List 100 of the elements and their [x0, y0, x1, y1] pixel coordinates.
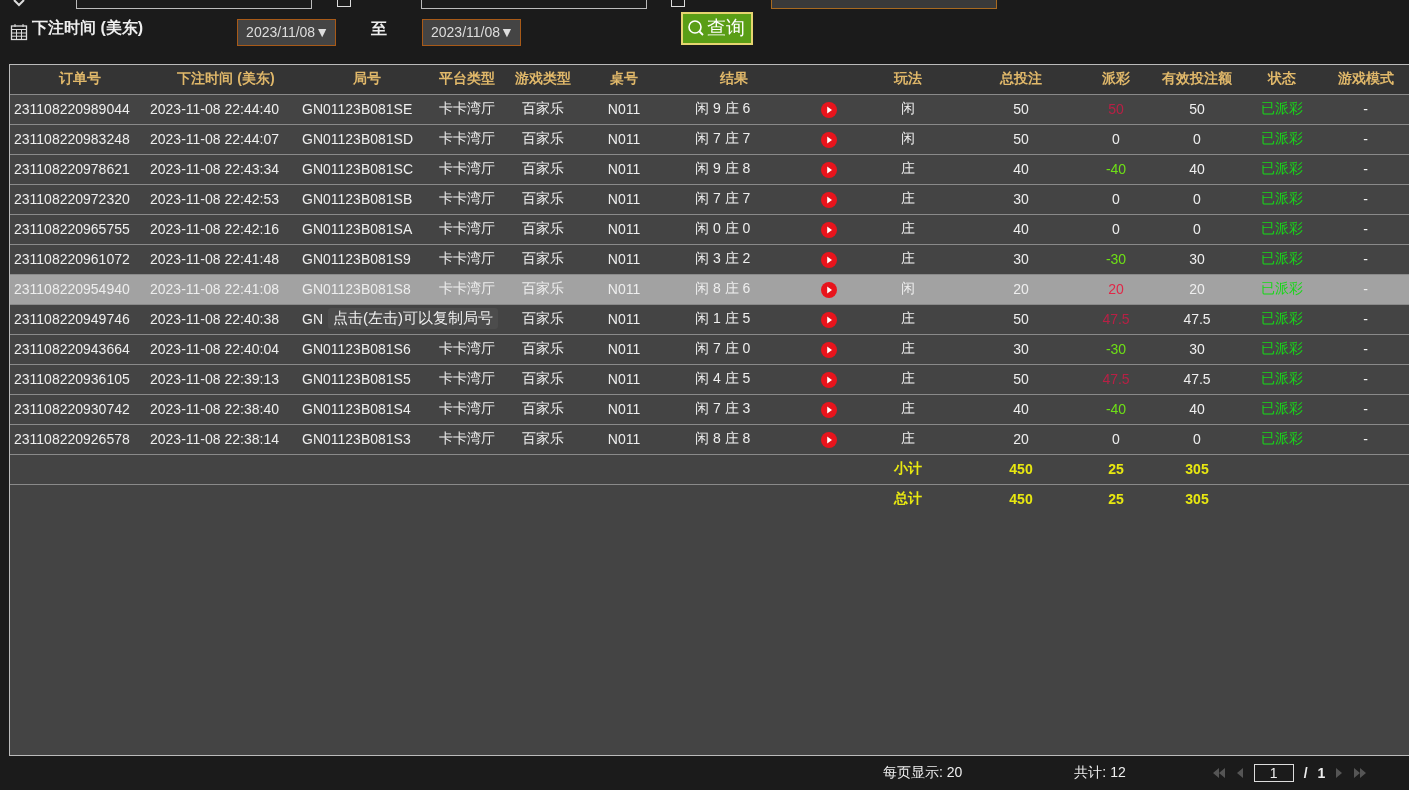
table-cell: 闲	[900, 100, 915, 116]
table-cell: N011	[607, 311, 641, 327]
chevron-icon[interactable]	[12, 0, 26, 8]
play-icon[interactable]	[821, 132, 837, 149]
table-cell[interactable]: GN01123B081SD	[302, 131, 414, 147]
page-input[interactable]: 1	[1253, 764, 1294, 782]
table-cell: 卡卡湾厅	[439, 250, 495, 266]
play-icon[interactable]	[821, 282, 837, 299]
table-cell: N011	[607, 281, 641, 297]
table-row[interactable]: 231108220989044 2023-11-08 22:44:40 GN01123B081SE 卡卡湾厅 百家乐 N011 闲 9 庄 6 闲 50 50 50 已派彩 -	[10, 94, 1409, 124]
play-icon[interactable]	[821, 102, 837, 119]
table-row[interactable]: 231108220930742 2023-11-08 22:38:40 GN01123B081S4 卡卡湾厅 百家乐 N011 闲 7 庄 3 庄 40 -40 40 已派彩 -	[10, 394, 1409, 424]
table-cell: 闲 8 庄 6	[695, 280, 751, 296]
table-cell: N011	[607, 251, 641, 267]
table-cell: 2023-11-08 22:41:08	[150, 281, 279, 297]
table-cell: 50	[1108, 101, 1124, 117]
tooltip: 点击(左击)可以复制局号	[328, 307, 498, 329]
table-cell: 2023-11-08 22:42:16	[150, 221, 279, 237]
table-cell: 百家乐	[522, 100, 564, 116]
table-cell: 50	[1189, 101, 1205, 117]
play-icon[interactable]	[821, 312, 837, 329]
table-cell: 百家乐	[522, 370, 564, 386]
start-date-picker[interactable]: 2023/11/08▼	[237, 18, 336, 46]
table-cell: 450	[1009, 491, 1033, 508]
table-cell: 已派彩	[1261, 100, 1303, 116]
table-cell: 40	[1013, 401, 1029, 417]
table-cell: -	[1363, 251, 1368, 267]
table-cell: 50	[1013, 101, 1029, 117]
table-cell: 卡卡湾厅	[439, 280, 495, 296]
table-cell[interactable]: GN01123B081S6	[302, 341, 411, 357]
table-cell[interactable]: GN01123B081S4	[302, 401, 411, 417]
input-field[interactable]	[76, 0, 312, 9]
play-icon[interactable]	[821, 222, 837, 239]
table-cell: -	[1363, 221, 1368, 237]
table-cell: 2023-11-08 22:40:04	[150, 341, 279, 357]
table-cell: 已派彩	[1261, 280, 1303, 296]
table-cell: 50	[1013, 311, 1029, 327]
table-cell: 卡卡湾厅	[439, 130, 495, 146]
play-icon[interactable]	[821, 402, 837, 419]
table-cell: 百家乐	[522, 400, 564, 416]
table-row[interactable]: 231108220983248 2023-11-08 22:44:07 GN01123B081SD 卡卡湾厅 百家乐 N011 闲 7 庄 7 闲 50 0 0 已派彩 -	[10, 124, 1409, 154]
play-icon[interactable]	[821, 162, 837, 179]
end-date-picker[interactable]: 2023/11/08▼	[422, 18, 521, 46]
table-row[interactable]: 231108220965755 2023-11-08 22:42:16 GN01123B081SA 卡卡湾厅 百家乐 N011 闲 0 庄 0 庄 40 0 0 已派彩 -	[10, 214, 1409, 244]
table-cell: 0	[1193, 431, 1201, 447]
table-row[interactable]: 231108220972320 2023-11-08 22:42:53 GN01123B081SB 卡卡湾厅 百家乐 N011 闲 7 庄 7 庄 30 0 0 已派彩 -	[10, 184, 1409, 214]
table-cell: 百家乐	[522, 340, 564, 356]
table-row[interactable]: 231108220978621 2023-11-08 22:43:34 GN01123B081SC 卡卡湾厅 百家乐 N011 闲 9 庄 8 庄 40 -40 40 已派彩 -	[10, 154, 1409, 184]
table-cell: 庄	[900, 160, 915, 176]
table-cell[interactable]: GN01123B081SE	[302, 101, 413, 117]
table-cell: 50	[1013, 131, 1029, 147]
table-cell: 47.5	[1102, 371, 1130, 387]
table-row[interactable]: 231108220926578 2023-11-08 22:38:14 GN01123B081S3 卡卡湾厅 百家乐 N011 闲 8 庄 8 庄 20 0 0 已派彩 -	[10, 424, 1409, 454]
table-cell: 百家乐	[522, 220, 564, 236]
play-icon[interactable]	[821, 342, 837, 359]
table-cell: 闲 9 庄 8	[695, 160, 751, 176]
table-cell: 卡卡湾厅	[439, 430, 495, 446]
table-cell: 0	[1112, 131, 1120, 147]
table-cell: 0	[1112, 431, 1120, 447]
table-cell: 2023-11-08 22:43:34	[150, 161, 279, 177]
play-icon[interactable]	[821, 372, 837, 389]
input-field[interactable]	[421, 0, 647, 9]
table-cell: 闲 9 庄 6	[695, 100, 751, 116]
table-row[interactable]: 231108220943664 2023-11-08 22:40:04 GN01123B081S6 卡卡湾厅 百家乐 N011 闲 7 庄 0 庄 30 -30 30 已派彩 -	[10, 334, 1409, 364]
table-cell: 百家乐	[522, 190, 564, 206]
table-cell: 0	[1193, 191, 1201, 207]
table-cell: 卡卡湾厅	[439, 400, 495, 416]
table-cell: -	[1363, 281, 1368, 297]
table-cell: 40	[1189, 401, 1205, 417]
table-row[interactable]: 231108220949746 2023-11-08 22:40:38 GN 点击(左击)可以复制局号 百家乐 N011 闲 1 庄 5 庄 50 47.5 47.5 已派彩 -	[10, 304, 1409, 334]
play-icon[interactable]	[821, 252, 837, 269]
column-header: 玩法	[893, 70, 922, 87]
table-cell[interactable]: GN	[302, 311, 323, 327]
table-cell: 231108220961072	[14, 251, 130, 267]
table-cell[interactable]: GN01123B081SC	[302, 161, 414, 177]
table-cell[interactable]: GN01123B081S9	[302, 251, 411, 267]
table-cell[interactable]: GN01123B081S5	[302, 371, 411, 387]
table-row[interactable]: 231108220936105 2023-11-08 22:39:13 GN01123B081S5 卡卡湾厅 百家乐 N011 闲 4 庄 5 庄 50 47.5 47.5 已派彩 -	[10, 364, 1409, 394]
table-cell: -	[1363, 161, 1368, 177]
table-cell: 百家乐	[522, 130, 564, 146]
play-icon[interactable]	[821, 432, 837, 449]
table-cell[interactable]: GN01123B081SB	[302, 191, 413, 207]
table-cell: 0	[1112, 221, 1120, 237]
dropdown-field[interactable]	[771, 0, 997, 9]
table-cell: 卡卡湾厅	[439, 220, 495, 236]
page-size-label: 每页显示: 20	[883, 764, 963, 782]
table-cell[interactable]: GN01123B081SA	[302, 221, 413, 237]
table-cell: -40	[1105, 161, 1127, 177]
play-icon[interactable]	[821, 192, 837, 209]
table-cell: -	[1363, 371, 1368, 387]
table-cell: 2023-11-08 22:44:40	[150, 101, 279, 117]
total-label: 小计	[893, 460, 922, 476]
table-cell: 231108220965755	[14, 221, 130, 237]
table-cell: 闲 7 庄 3	[695, 400, 751, 416]
table-cell: 百家乐	[522, 160, 564, 176]
column-header: 桌号	[610, 70, 638, 87]
table-cell: 已派彩	[1261, 130, 1303, 146]
table-cell: N011	[607, 401, 641, 417]
table-cell: 卡卡湾厅	[439, 100, 495, 116]
table-cell[interactable]: GN01123B081S3	[302, 431, 411, 447]
